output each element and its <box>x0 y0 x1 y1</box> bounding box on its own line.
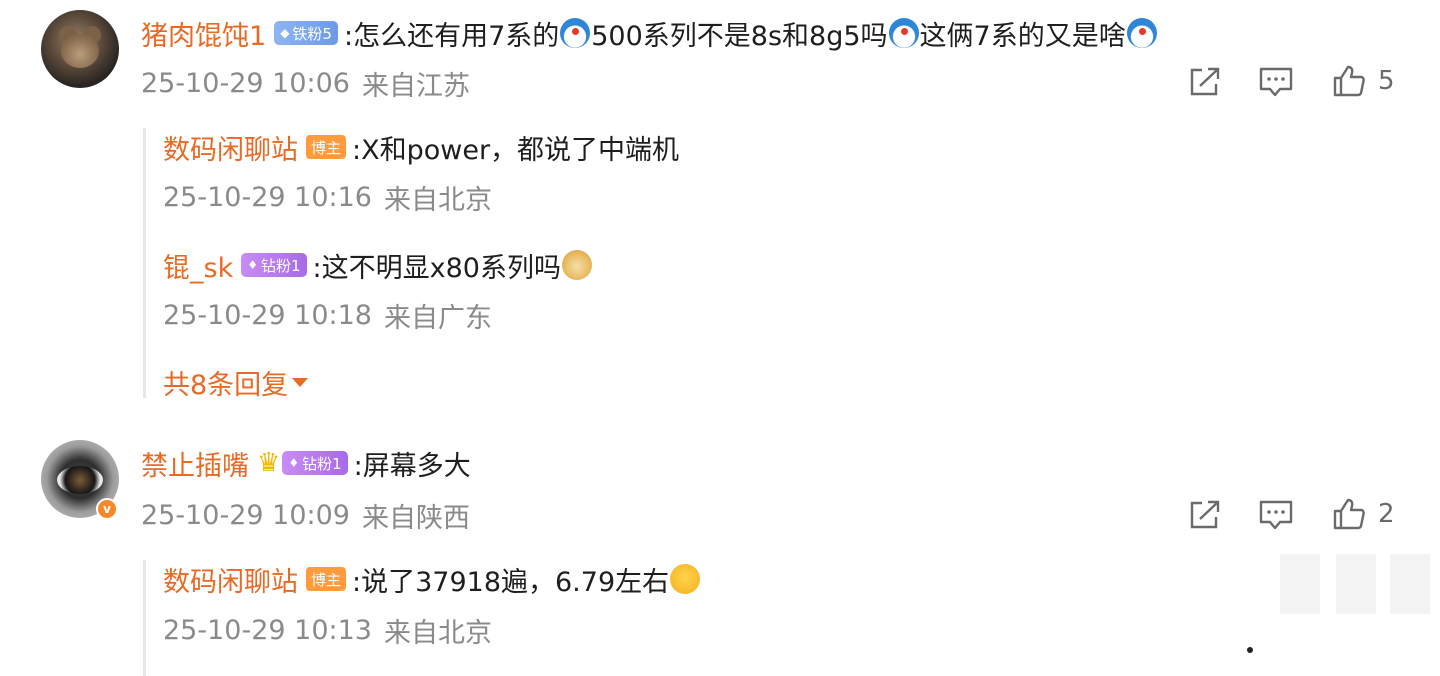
avatar[interactable] <box>41 10 119 88</box>
timestamp: 25-10-29 10:09 <box>141 499 350 531</box>
fan-level-badge: ♦ 钻粉1 <box>241 253 307 277</box>
reply-divider <box>143 560 146 676</box>
caret-down-icon <box>292 377 309 387</box>
reply-text: :这不明显x80系列吗 <box>312 252 561 284</box>
watermark-logo <box>1247 554 1430 653</box>
reply-username[interactable]: 数码闲聊站 <box>163 560 298 599</box>
fan-level-badge: ◆ 铁粉5 <box>274 21 338 45</box>
reply-divider <box>143 128 146 398</box>
doraemon-emoji-icon <box>560 18 591 48</box>
comment-icon[interactable] <box>1258 499 1294 531</box>
verified-icon: v <box>96 498 118 520</box>
location: 来自陕西 <box>361 502 470 534</box>
diamond-icon: ♦ <box>247 258 258 272</box>
timestamp: 25-10-29 10:18 <box>163 299 372 331</box>
location: 来自北京 <box>383 617 492 649</box>
timestamp: 25-10-29 10:06 <box>141 67 350 99</box>
thumbs-up-icon[interactable] <box>1332 497 1366 531</box>
reply-username[interactable]: 锟_sk <box>163 246 233 285</box>
location: 来自北京 <box>383 184 492 216</box>
location: 来自广东 <box>383 302 492 334</box>
share-icon[interactable] <box>1188 499 1222 531</box>
comment-text: :怎么还有用7系的 <box>343 20 560 52</box>
fan-level-badge: ♦ 钻粉1 <box>282 451 348 475</box>
reply-text: :说了37918遍，6.79左右 <box>352 566 670 598</box>
doge-emoji-icon <box>561 250 592 280</box>
timestamp: 25-10-29 10:16 <box>163 181 372 213</box>
timestamp: 25-10-29 10:13 <box>163 614 372 646</box>
host-badge: 博主 <box>306 567 347 591</box>
share-icon[interactable] <box>1188 66 1222 98</box>
diamond-icon: ♦ <box>288 456 300 470</box>
username[interactable]: 猪肉馄饨1 <box>141 14 266 53</box>
username[interactable]: 禁止插嘴 <box>141 444 249 483</box>
comment-text: 500系列不是8s和8g5吗 <box>591 20 888 52</box>
comment-text: :屏幕多大 <box>353 450 471 482</box>
location: 来自江苏 <box>361 70 470 102</box>
diamond-icon: ◆ <box>280 26 290 40</box>
host-badge: 博主 <box>306 135 347 159</box>
crown-icon: ♛ <box>257 448 281 478</box>
more-replies-link[interactable]: 共8条回复 <box>163 363 309 401</box>
doraemon-emoji-icon <box>888 18 919 48</box>
more-replies-label: 共8条回复 <box>163 369 289 401</box>
comment-text: 这俩7系的又是啥 <box>919 20 1126 52</box>
reply-text: :X和power，都说了中端机 <box>352 134 680 166</box>
doraemon-emoji-icon <box>1126 18 1157 48</box>
like-count: 2 <box>1378 499 1395 529</box>
hug-emoji-icon <box>670 564 701 594</box>
comment-icon[interactable] <box>1258 66 1294 98</box>
reply-username[interactable]: 数码闲聊站 <box>163 128 298 167</box>
like-count: 5 <box>1378 66 1395 96</box>
thumbs-up-icon[interactable] <box>1332 64 1366 98</box>
